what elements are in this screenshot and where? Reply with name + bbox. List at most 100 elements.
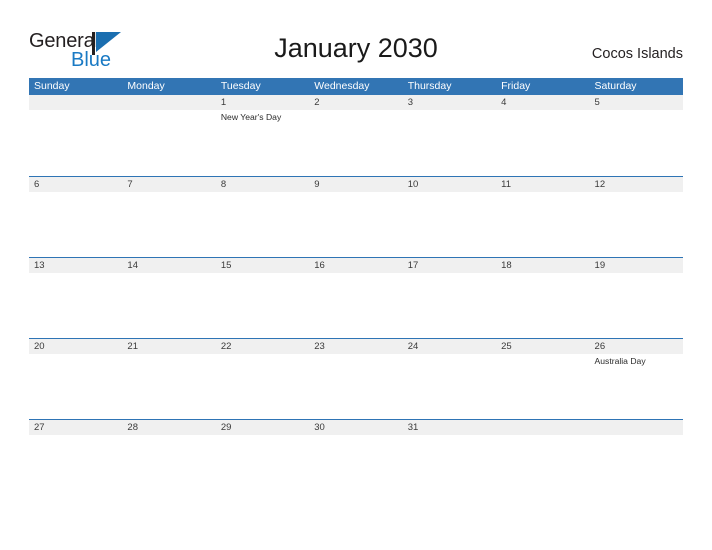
day-cell[interactable]: 6 [29, 177, 122, 257]
weekday-tuesday: Tuesday [220, 80, 261, 92]
day-cell[interactable]: 22 [216, 339, 309, 419]
weekday-thursday: Thursday [407, 80, 452, 92]
calendar-week-row: 13 14 15 16 17 18 19 [29, 257, 683, 338]
day-number: 4 [501, 97, 507, 108]
day-cell[interactable]: 3 [403, 95, 496, 176]
day-number: 26 [594, 341, 606, 352]
day-number: 1 [220, 97, 227, 108]
day-events [34, 435, 118, 437]
day-number: 25 [501, 341, 512, 352]
day-number: 20 [34, 341, 45, 352]
weekday-saturday: Saturday [594, 80, 637, 92]
calendar-week-row: 27 28 29 30 31 [29, 419, 683, 500]
page-header: General Blue January 2030 Cocos Islands [0, 0, 712, 78]
day-number: 28 [127, 422, 138, 433]
day-cell[interactable]: 26 Australia Day [590, 339, 683, 419]
event-label: New Year's Day [220, 112, 282, 122]
day-number: 12 [594, 179, 606, 190]
day-number: 2 [314, 97, 320, 108]
day-cell-empty [496, 420, 589, 500]
calendar-week-row: 20 21 22 23 24 25 26 Australia Day [29, 338, 683, 419]
day-cell[interactable]: 24 [403, 339, 496, 419]
day-number: 13 [34, 260, 45, 271]
day-cell[interactable]: 29 [216, 420, 309, 500]
day-events: New Year's Day [221, 110, 305, 123]
day-events [314, 435, 398, 437]
day-cell[interactable]: 7 [122, 177, 215, 257]
calendar-grid: Sunday Monday Tuesday Wednesday Thursday… [29, 78, 683, 500]
day-events [34, 110, 118, 112]
day-events [595, 435, 679, 437]
region-label: Cocos Islands [591, 46, 683, 62]
calendar-week-row: 6 7 8 9 10 11 12 [29, 176, 683, 257]
day-events [408, 192, 492, 194]
day-number: 19 [594, 260, 606, 271]
day-events [127, 192, 211, 194]
day-cell[interactable]: 27 [29, 420, 122, 500]
day-events [127, 273, 211, 275]
day-cell[interactable]: 21 [122, 339, 215, 419]
day-events [408, 273, 492, 275]
day-cell[interactable]: 25 [496, 339, 589, 419]
day-number: 17 [407, 260, 419, 271]
day-cell[interactable]: 31 [403, 420, 496, 500]
day-cell[interactable]: 5 [590, 95, 683, 176]
day-number: 31 [407, 422, 419, 433]
day-cell[interactable]: 12 [590, 177, 683, 257]
day-number: 6 [34, 179, 40, 190]
day-cell[interactable]: 19 [590, 258, 683, 338]
day-events [221, 273, 305, 275]
day-number: 23 [314, 341, 325, 352]
day-cell[interactable]: 13 [29, 258, 122, 338]
weekday-wednesday: Wednesday [314, 80, 370, 92]
day-events [34, 192, 118, 194]
day-events [408, 110, 492, 112]
day-cell[interactable]: 9 [309, 177, 402, 257]
day-events [221, 354, 305, 356]
day-cell[interactable]: 23 [309, 339, 402, 419]
day-number: 22 [220, 341, 232, 352]
day-cell[interactable]: 28 [122, 420, 215, 500]
day-events [127, 354, 211, 356]
day-events [501, 273, 585, 275]
day-number: 15 [220, 260, 232, 271]
day-cell[interactable]: 10 [403, 177, 496, 257]
day-cell[interactable]: 30 [309, 420, 402, 500]
day-cell[interactable]: 18 [496, 258, 589, 338]
day-cell[interactable]: 20 [29, 339, 122, 419]
day-number: 7 [127, 179, 133, 190]
day-number: 9 [314, 179, 320, 190]
day-number: 27 [34, 422, 45, 433]
day-number: 18 [501, 260, 512, 271]
weekday-monday: Monday [127, 80, 165, 92]
day-events [595, 110, 679, 112]
day-cell[interactable]: 16 [309, 258, 402, 338]
day-events [595, 273, 679, 275]
day-events [501, 435, 585, 437]
day-cell[interactable]: 17 [403, 258, 496, 338]
day-events: Australia Day [595, 354, 679, 367]
day-number: 8 [220, 179, 227, 190]
week-cells: 1 New Year's Day 2 3 4 5 [29, 95, 683, 176]
day-number: 11 [501, 179, 511, 190]
day-events [314, 192, 398, 194]
day-number: 30 [314, 422, 325, 433]
event-label: Australia Day [594, 356, 646, 366]
day-number: 16 [314, 260, 325, 271]
day-cell-empty [590, 420, 683, 500]
day-number: 29 [220, 422, 232, 433]
day-cell[interactable]: 11 [496, 177, 589, 257]
day-cell[interactable]: 15 [216, 258, 309, 338]
weekday-friday: Friday [501, 80, 531, 92]
day-cell-empty [122, 95, 215, 176]
day-cell[interactable]: 4 [496, 95, 589, 176]
day-cell[interactable]: 14 [122, 258, 215, 338]
day-events [314, 273, 398, 275]
day-cell[interactable]: 1 New Year's Day [216, 95, 309, 176]
day-cell[interactable]: 8 [216, 177, 309, 257]
day-number: 21 [127, 341, 138, 352]
day-events [595, 192, 679, 194]
day-number: 10 [407, 179, 419, 190]
day-cell[interactable]: 2 [309, 95, 402, 176]
week-cells: 20 21 22 23 24 25 26 Australia Day [29, 339, 683, 419]
